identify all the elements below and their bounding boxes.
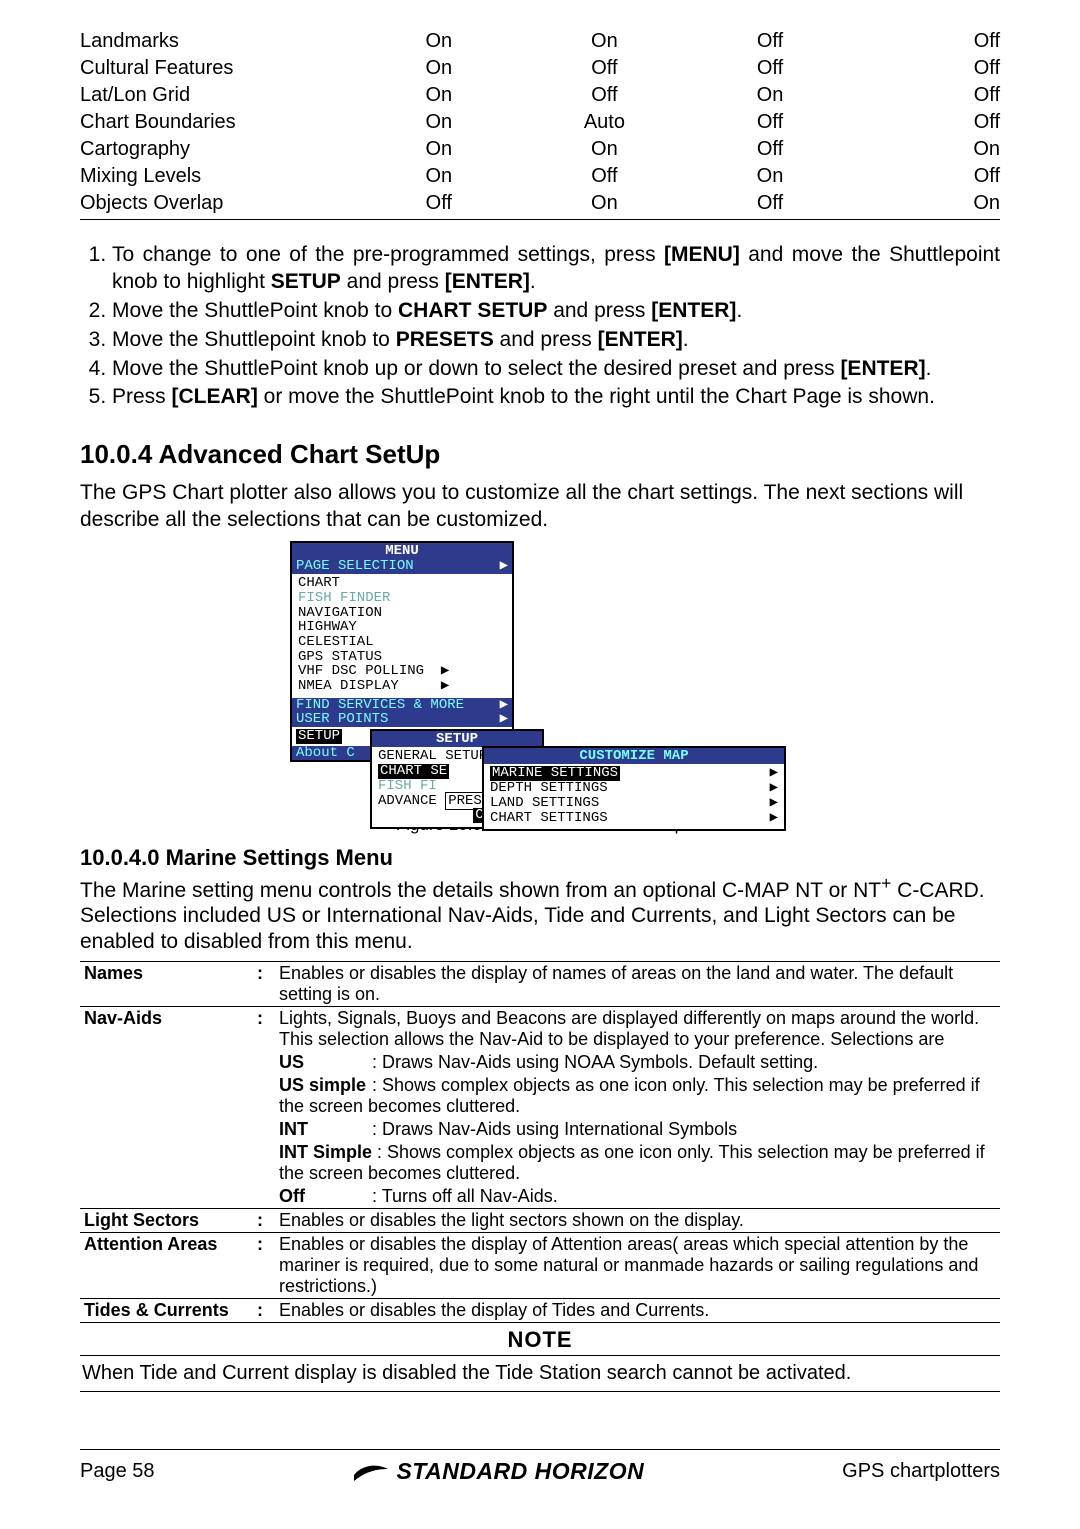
table-cell: Off xyxy=(853,28,1000,55)
section-title: 10.0.4 Advanced Chart SetUp xyxy=(80,439,1000,470)
table-cell: Cultural Features xyxy=(80,55,356,82)
preset-table: LandmarksOnOnOffOffCultural FeaturesOnOf… xyxy=(80,28,1000,220)
note-title: NOTE xyxy=(80,1327,1000,1353)
step-5: Press [CLEAR] or move the ShuttlePoint k… xyxy=(112,384,1000,411)
table-cell: Mixing Levels xyxy=(80,163,356,190)
table-cell: On xyxy=(853,190,1000,220)
page-number: Page 58 xyxy=(80,1460,155,1483)
row-tides-currents: Tides & Currents xyxy=(80,1298,253,1322)
table-cell: Off xyxy=(853,82,1000,109)
step-4: Move the ShuttlePoint knob up or down to… xyxy=(112,356,1000,383)
table-cell: On xyxy=(356,136,522,163)
table-cell: Off xyxy=(522,55,688,82)
table-cell: Off xyxy=(853,109,1000,136)
menu-keyword: [MENU] xyxy=(664,243,740,266)
step-3: Move the Shuttlepoint knob to PRESETS an… xyxy=(112,327,1000,354)
table-cell: Off xyxy=(687,190,853,220)
table-cell: Off xyxy=(522,82,688,109)
row-light-sectors: Light Sectors xyxy=(80,1208,253,1232)
table-cell: On xyxy=(522,28,688,55)
step1-text: To change to one of the pre-programmed s… xyxy=(112,243,664,266)
table-cell: Landmarks xyxy=(80,28,356,55)
table-cell: Auto xyxy=(522,109,688,136)
row-attention-areas: Attention Areas xyxy=(80,1232,253,1298)
footer-right: GPS chartplotters xyxy=(842,1460,1000,1483)
table-cell: On xyxy=(522,136,688,163)
table-cell: On xyxy=(853,136,1000,163)
table-cell: On xyxy=(356,82,522,109)
table-cell: Lat/Lon Grid xyxy=(80,82,356,109)
page-footer: Page 58 STANDARD HORIZON GPS chartplotte… xyxy=(80,1449,1000,1485)
swoosh-icon xyxy=(352,1461,390,1483)
menu-setup-highlight: SETUP xyxy=(296,729,342,744)
menu-screenshot: MENU PAGE SELECTION▶ CHART FISH FINDER N… xyxy=(80,541,1000,811)
row-nav-aids: Nav-Aids xyxy=(80,1006,253,1051)
table-cell: On xyxy=(687,82,853,109)
table-cell: Off xyxy=(853,163,1000,190)
menu-customize-map: CUSTOMIZE MAP MARINE SETTINGS▶ DEPTH SET… xyxy=(482,746,786,831)
definitions-table: Names : Enables or disables the display … xyxy=(80,961,1000,1323)
table-cell: On xyxy=(687,163,853,190)
table-cell: Off xyxy=(687,28,853,55)
brand-logo: STANDARD HORIZON xyxy=(352,1458,644,1485)
table-cell: Off xyxy=(687,55,853,82)
table-cell: Cartography xyxy=(80,136,356,163)
step-2: Move the ShuttlePoint knob to CHART SETU… xyxy=(112,298,1000,325)
table-cell: On xyxy=(356,55,522,82)
table-cell: Off xyxy=(356,190,522,220)
table-cell: Off xyxy=(687,109,853,136)
table-cell: On xyxy=(356,28,522,55)
subsection-intro: The Marine setting menu controls the det… xyxy=(80,873,1000,955)
table-cell: Off xyxy=(687,136,853,163)
note-text: When Tide and Current display is disable… xyxy=(82,1362,851,1384)
table-cell: Off xyxy=(853,55,1000,82)
menu-title: MENU xyxy=(292,543,512,560)
table-cell: Off xyxy=(522,163,688,190)
step-1: To change to one of the pre-programmed s… xyxy=(112,242,1000,296)
row-names: Names xyxy=(80,961,253,1006)
table-cell: On xyxy=(356,163,522,190)
note-box: When Tide and Current display is disable… xyxy=(80,1355,1000,1392)
table-cell: On xyxy=(522,190,688,220)
table-cell: Objects Overlap xyxy=(80,190,356,220)
subsection-title: 10.0.4.0 Marine Settings Menu xyxy=(80,845,1000,871)
section-intro: The GPS Chart plotter also allows you to… xyxy=(80,480,1000,533)
marine-settings-highlight: MARINE SETTINGS xyxy=(490,766,620,781)
table-cell: On xyxy=(356,109,522,136)
table-cell: Chart Boundaries xyxy=(80,109,356,136)
steps-list: To change to one of the pre-programmed s… xyxy=(80,242,1000,411)
